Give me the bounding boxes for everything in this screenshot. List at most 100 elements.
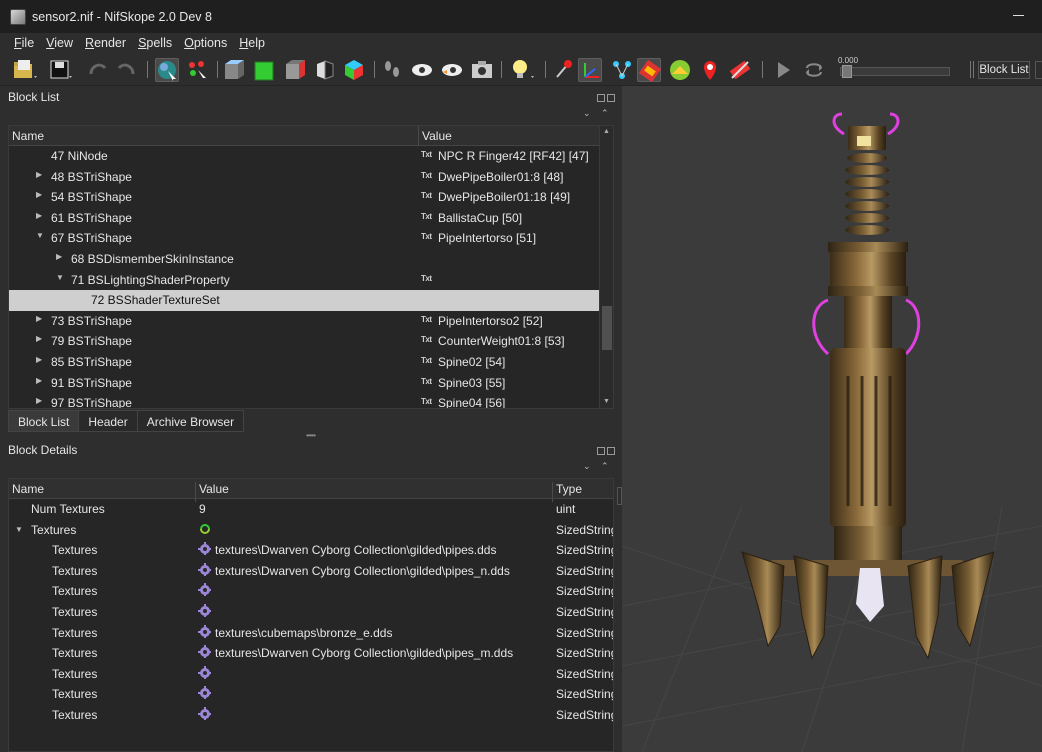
expand-arrow-icon[interactable]: ▶ [36, 396, 42, 405]
view-front-icon[interactable] [252, 58, 276, 82]
details-row[interactable]: Textures SizedString [9, 664, 613, 685]
screenshot-icon[interactable] [470, 58, 494, 82]
tab-block-list[interactable]: Block List [8, 410, 80, 432]
tree-row[interactable]: ▶ 91 BSTriShape Txt Spine03 [55] [9, 373, 601, 394]
tree-row[interactable]: ▶ 97 BSTriShape Txt Spine04 [56] [9, 393, 601, 408]
expand-all-icon[interactable]: ⌃ [601, 461, 609, 472]
column-value[interactable]: Value [422, 129, 452, 143]
select-vertices-icon[interactable] [186, 58, 210, 82]
view-user-icon[interactable] [342, 58, 366, 82]
tree-row[interactable]: 72 BSShaderTextureSet [9, 290, 601, 311]
menu-spells[interactable]: Spells [138, 36, 172, 50]
gear-icon[interactable] [198, 562, 211, 576]
tree-row[interactable]: ▼ 67 BSTriShape Txt PipeIntertorso [51] [9, 228, 601, 249]
column-value[interactable]: Value [199, 482, 229, 496]
select-object-icon[interactable] [155, 58, 179, 82]
play-icon[interactable] [772, 58, 796, 82]
walk-icon[interactable] [380, 58, 404, 82]
view-top-icon[interactable] [222, 58, 246, 82]
block-list-scrollbar[interactable]: ▲ ▼ [599, 126, 613, 408]
menu-help[interactable]: Help [239, 36, 265, 50]
details-row-value[interactable]: textures\Dwarven Cyborg Collection\gilde… [215, 543, 496, 557]
flip-eye-icon[interactable] [440, 58, 464, 82]
tree-row[interactable]: ▶ 61 BSTriShape Txt BallistaCup [50] [9, 208, 601, 229]
refresh-icon[interactable] [198, 522, 211, 535]
scroll-down-icon[interactable]: ▼ [603, 398, 611, 406]
vertex-colors-icon[interactable] [668, 58, 692, 82]
axes-toggle-icon[interactable] [552, 58, 576, 82]
block-details-dock-buttons[interactable] [597, 444, 617, 455]
details-row[interactable]: Textures SizedString [9, 602, 613, 623]
details-row[interactable]: Textures textures\Dwarven Cyborg Collecti… [9, 561, 613, 582]
textures-icon[interactable] [637, 58, 662, 83]
tab-header[interactable]: Header [78, 410, 138, 432]
details-row-value[interactable]: textures\Dwarven Cyborg Collection\gilde… [215, 564, 510, 578]
tree-row[interactable]: ▶ 54 BSTriShape Txt DwePipeBoiler01:18 [49] [9, 187, 601, 208]
redo-icon[interactable] [114, 58, 138, 82]
view-eye-icon[interactable] [410, 58, 434, 82]
details-row[interactable]: Num Textures 9 uint [9, 499, 613, 520]
details-row[interactable]: Textures textures\cubemaps\bronze_e.dds Si… [9, 623, 613, 644]
menu-file[interactable]: File [14, 36, 34, 50]
gear-icon[interactable] [198, 604, 211, 617]
loop-icon[interactable] [802, 58, 826, 82]
expand-arrow-icon[interactable]: ▶ [36, 190, 42, 199]
move-gizmo-icon[interactable] [578, 58, 602, 82]
tree-row[interactable]: ▶ 79 BSTriShape Txt CounterWeight01:8 [53] [9, 331, 601, 352]
block-details-table[interactable]: Name Value Type Num Textures 9 uint ▼ Textur… [8, 478, 614, 752]
expand-arrow-icon[interactable]: ▶ [36, 334, 42, 343]
expand-arrow-icon[interactable]: ▶ [36, 355, 42, 364]
details-row[interactable]: Textures SizedString [9, 684, 613, 705]
open-file-icon[interactable] [12, 58, 37, 82]
time-slider[interactable] [840, 67, 950, 76]
collision-icon[interactable] [728, 58, 752, 82]
gear-icon[interactable] [198, 707, 211, 720]
block-list-button[interactable]: Block List [978, 61, 1030, 79]
collapse-arrow-icon[interactable]: ▼ [15, 525, 23, 534]
collapse-all-icon[interactable]: ⌄ [583, 108, 591, 119]
gear-icon[interactable] [198, 645, 211, 659]
scrollbar-thumb[interactable] [602, 306, 612, 350]
undo-icon[interactable] [86, 58, 110, 82]
block-list-dock-buttons[interactable] [597, 91, 617, 102]
tree-row[interactable]: 47 NiNode Txt NPC R Finger42 [RF42] [47] [9, 146, 601, 167]
gear-icon[interactable] [198, 686, 211, 700]
tree-row[interactable]: ▶ 48 BSTriShape Txt DwePipeBoiler01:8 [48] [9, 167, 601, 188]
light-bulb-icon[interactable] [509, 58, 534, 82]
expand-all-icon[interactable]: ⌃ [601, 108, 609, 119]
menu-render[interactable]: Render [85, 36, 126, 50]
gear-icon[interactable] [198, 583, 211, 597]
expand-arrow-icon[interactable]: ▶ [36, 376, 42, 385]
expand-arrow-icon[interactable]: ▶ [36, 170, 42, 179]
details-row[interactable]: Textures SizedString [9, 581, 613, 602]
splitter-handle[interactable]: ••••• [306, 431, 318, 440]
collapse-all-icon[interactable]: ⌄ [583, 461, 591, 472]
save-icon[interactable] [48, 58, 72, 82]
details-row-value[interactable]: 9 [199, 502, 206, 516]
menu-view[interactable]: View [46, 36, 73, 50]
tree-row[interactable]: ▶ 68 BSDismemberSkinInstance [9, 249, 601, 270]
details-row[interactable]: Textures SizedString [9, 705, 613, 726]
view-side-icon[interactable] [283, 58, 307, 82]
collapse-arrow-icon[interactable]: ▼ [36, 231, 44, 240]
3d-viewport[interactable] [622, 86, 1042, 752]
menu-options[interactable]: Options [184, 36, 227, 50]
details-row[interactable]: ▼ Textures SizedString [9, 520, 613, 541]
collapse-arrow-icon[interactable]: ▼ [56, 273, 64, 282]
tab-archive-browser[interactable]: Archive Browser [136, 410, 245, 432]
block-list-tree[interactable]: Name Value 47 NiNode Txt NPC R Finger42 [R… [8, 125, 614, 409]
time-slider-handle[interactable] [842, 65, 852, 78]
tree-row[interactable]: ▶ 73 BSTriShape Txt PipeIntertorso2 [52] [9, 311, 601, 332]
gear-icon[interactable] [198, 665, 211, 679]
gear-icon[interactable] [198, 624, 211, 638]
nodes-icon[interactable] [610, 58, 634, 82]
view-flip-icon[interactable] [313, 58, 337, 82]
expand-arrow-icon[interactable]: ▶ [36, 211, 42, 220]
gear-icon[interactable] [198, 542, 211, 556]
scroll-up-icon[interactable]: ▲ [603, 128, 611, 136]
markers-icon[interactable] [698, 58, 722, 82]
details-row[interactable]: Textures textures\Dwarven Cyborg Collecti… [9, 643, 613, 664]
toolbar-overflow[interactable] [1035, 61, 1042, 79]
column-type[interactable]: Type [556, 482, 582, 496]
details-row[interactable]: Textures textures\Dwarven Cyborg Collecti… [9, 540, 613, 561]
